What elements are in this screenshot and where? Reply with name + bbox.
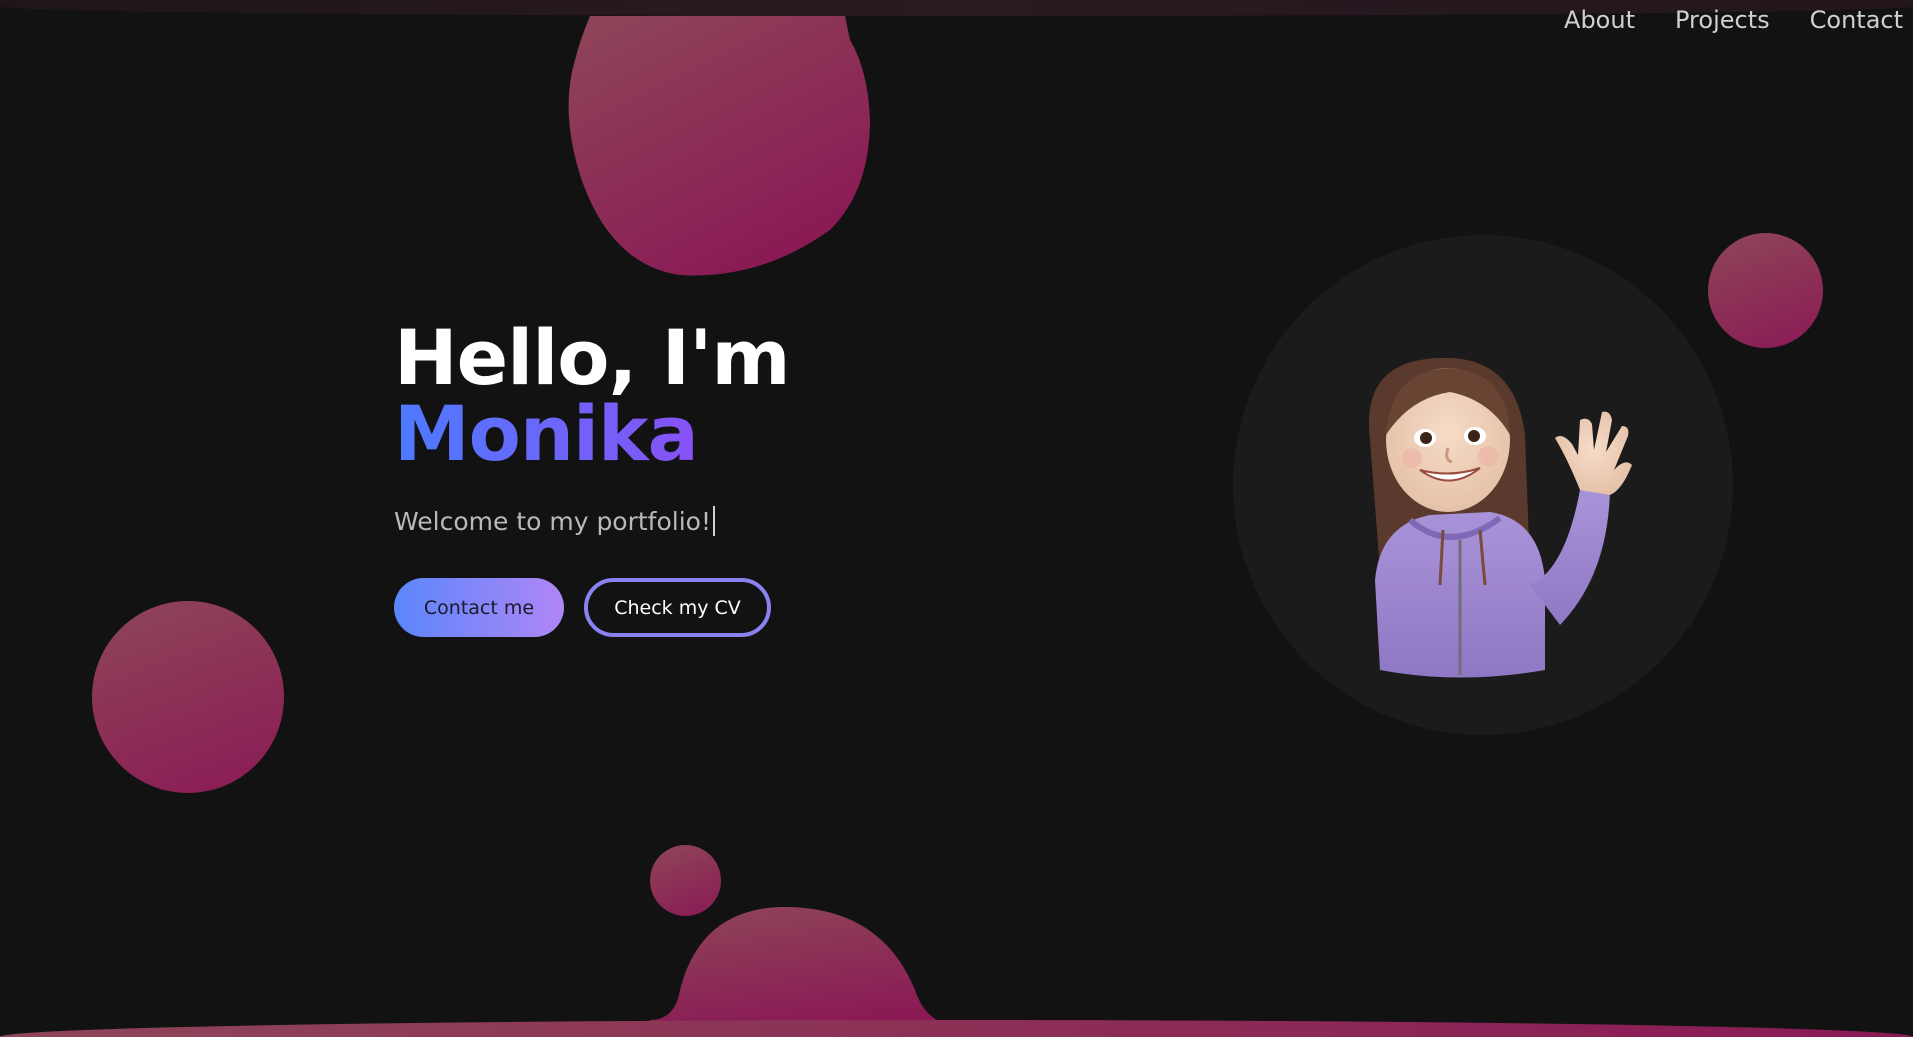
hero-section: Hello, I'm Monika Welcome to my portfoli… xyxy=(394,320,791,637)
typing-cursor xyxy=(713,506,715,536)
nav-contact-link[interactable]: Contact xyxy=(1810,6,1903,34)
hero-subtitle: Welcome to my portfolio! xyxy=(394,506,790,536)
hero-heading: Hello, I'm Monika xyxy=(394,320,791,472)
left-circle-blob xyxy=(92,601,284,793)
nav-projects-link[interactable]: Projects xyxy=(1675,6,1770,34)
contact-me-button[interactable]: Contact me xyxy=(394,578,564,637)
hero-name: Monika xyxy=(394,396,790,472)
top-nav: About Projects Contact xyxy=(1564,6,1903,34)
right-circle-blob xyxy=(1708,233,1823,348)
top-blob-shape xyxy=(568,16,870,276)
check-cv-button[interactable]: Check my CV xyxy=(584,578,771,637)
portfolio-page: About Projects Contact Hello, I'm Monika… xyxy=(0,0,1913,1037)
bottom-mound-shape xyxy=(640,906,950,1037)
waving-memoji-avatar-icon xyxy=(1368,357,1632,678)
hero-buttons: Contact me Check my CV xyxy=(394,578,790,637)
nav-about-link[interactable]: About xyxy=(1564,6,1635,34)
hero-subtitle-text: Welcome to my portfolio! xyxy=(394,507,711,536)
